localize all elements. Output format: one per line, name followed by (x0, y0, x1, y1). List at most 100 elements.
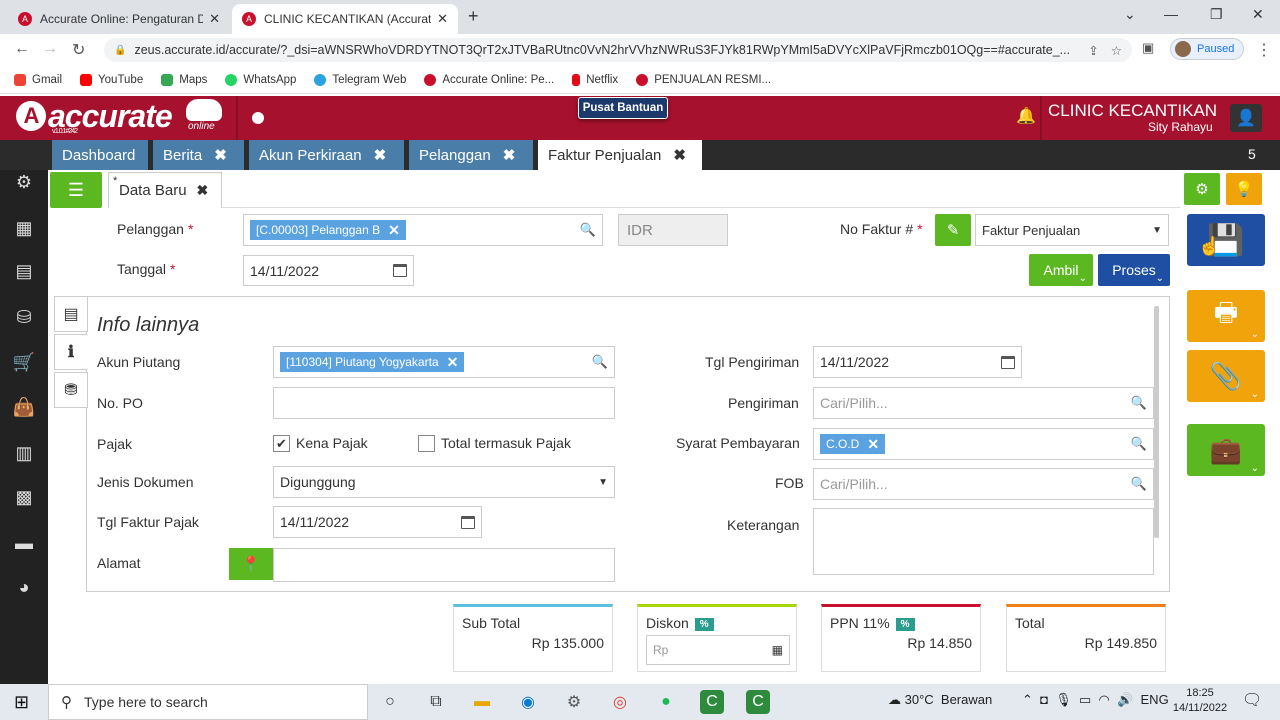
settings-gear-icon[interactable]: ⚙ (12, 170, 36, 194)
new-tab-icon[interactable]: + (468, 6, 479, 27)
settings-gear-icon[interactable]: ⚙ (562, 690, 586, 714)
bookmark-penjualan[interactable]: PENJUALAN RESMI... (636, 73, 771, 86)
list-view-button[interactable]: ☰ (50, 172, 102, 208)
calculator-icon[interactable]: ▤ (12, 259, 36, 283)
search-icon[interactable]: 🔍 (592, 354, 608, 370)
profile-paused-button[interactable]: Paused (1170, 38, 1244, 60)
tab-search-chevron-icon[interactable]: ⌄ (1124, 6, 1136, 23)
bookmark-youtube[interactable]: YouTube (80, 73, 143, 86)
form-settings-button[interactable]: ⚙ (1184, 173, 1220, 205)
bookmark-accurate[interactable]: Accurate Online: Pe... (424, 73, 554, 86)
close-icon[interactable]: ✖ (503, 146, 516, 164)
search-icon[interactable]: 🔍 (1131, 395, 1147, 411)
payroll-icon[interactable]: ▬ (12, 531, 36, 555)
pelanggan-field[interactable]: [C.00003] Pelanggan B ✕ 🔍 (243, 214, 603, 246)
report-pie-icon[interactable]: ◕ (12, 575, 36, 599)
modules-grid-icon[interactable]: ▦ (12, 216, 36, 240)
proses-button[interactable]: Proses ⌄ (1098, 254, 1170, 286)
task-view-icon[interactable]: ⧉ (424, 690, 448, 714)
language-indicator[interactable]: ENG (1141, 692, 1169, 707)
tab-count[interactable]: 5 (1248, 146, 1256, 162)
no-faktur-select[interactable]: Faktur Penjualan ▼ (975, 214, 1169, 246)
bookmark-netflix[interactable]: Netflix (572, 73, 618, 86)
panel-scrollbar[interactable] (1154, 306, 1159, 538)
search-icon[interactable]: 🔍 (1131, 436, 1147, 452)
wifi-icon[interactable]: ◠ (1099, 692, 1110, 707)
calculator-icon[interactable]: ▦ (772, 643, 783, 657)
chevron-up-icon[interactable]: ⌃ (1022, 692, 1033, 707)
tab-info-lainnya[interactable]: ℹ (54, 334, 88, 370)
chrome-icon[interactable]: ◎ (608, 690, 632, 714)
search-icon[interactable]: 🔍 (1131, 476, 1147, 492)
akun-piutang-field[interactable]: [110304] Piutang Yogyakarta ✕ 🔍 (273, 346, 615, 378)
microphone-icon[interactable]: 🎙 (1055, 692, 1072, 707)
calendar-icon[interactable] (393, 264, 407, 277)
keterangan-textarea[interactable] (813, 508, 1154, 575)
url-bar[interactable]: 🔒 zeus.accurate.id/accurate/?_dsi=aWNSRW… (104, 38, 1132, 62)
edit-number-button[interactable]: ✎ (935, 214, 971, 246)
tab-detail-items[interactable]: ▤ (54, 296, 88, 332)
close-icon[interactable]: ✖ (214, 146, 227, 164)
total-termasuk-pajak-checkbox[interactable] (418, 435, 435, 452)
map-pin-button[interactable]: 📍 (229, 548, 273, 580)
tools-briefcase-button[interactable]: 💼 ⌄ (1187, 424, 1265, 476)
cart-icon[interactable]: 🛒 (12, 350, 36, 374)
close-tab-icon[interactable]: ✕ (209, 11, 220, 27)
inventory-icon[interactable]: ▥ (12, 441, 36, 465)
bell-icon[interactable]: 🔔 (1016, 106, 1036, 126)
close-icon[interactable]: ✖ (197, 182, 209, 199)
search-icon[interactable]: 🔍 (580, 222, 596, 238)
no-po-input[interactable] (273, 387, 615, 419)
kena-pajak-checkbox[interactable]: ✔ (273, 435, 290, 452)
taskbar-clock[interactable]: 18:25 14/11/2022 (1170, 686, 1230, 716)
browser-tab-2[interactable]: A CLINIC KECANTIKAN (Accurate O ✕ (232, 4, 458, 34)
file-explorer-icon[interactable]: ▬ (470, 690, 494, 714)
system-tray[interactable]: ⌃ ◘ 🎙 ▭ ◠ 🔊 ENG (1022, 692, 1169, 708)
close-window-icon[interactable]: ✕ (1252, 6, 1264, 23)
remove-tag-icon[interactable]: ✕ (867, 436, 879, 453)
syarat-pembayaran-field[interactable]: C.O.D ✕ 🔍 (813, 428, 1154, 460)
remove-tag-icon[interactable]: ✕ (388, 222, 400, 239)
tgl-pengiriman-field[interactable]: 14/11/2022 (813, 346, 1022, 378)
chrome-menu-icon[interactable]: ⋮ (1256, 40, 1272, 60)
camtasia-icon[interactable]: C (700, 690, 724, 714)
forward-icon[interactable]: → (42, 40, 58, 58)
bookmark-star-icon[interactable]: ☆ (1111, 43, 1122, 58)
tips-bulb-button[interactable]: 💡 (1226, 173, 1262, 205)
pengiriman-field[interactable]: Cari/Pilih... 🔍 (813, 387, 1154, 419)
close-icon[interactable]: ✖ (374, 146, 387, 164)
spotify-icon[interactable]: ● (654, 690, 678, 714)
close-icon[interactable]: ✖ (673, 146, 686, 164)
tab-akun-perkiraan[interactable]: Akun Perkiraan ✖ (249, 140, 404, 170)
percent-toggle[interactable]: % (694, 618, 714, 631)
maximize-icon[interactable]: ❐ (1210, 6, 1223, 23)
fob-field[interactable]: Cari/Pilih... 🔍 (813, 468, 1154, 500)
edge-icon[interactable]: ◉ (516, 690, 540, 714)
jenis-dokumen-select[interactable]: Digunggung ▼ (273, 466, 615, 498)
tab-uang-muka[interactable]: ⛃ (54, 372, 88, 408)
windows-start-icon[interactable]: ⊞ (14, 692, 29, 713)
remove-tag-icon[interactable]: ✕ (447, 354, 459, 371)
bookmark-gmail[interactable]: Gmail (14, 73, 62, 86)
company-name[interactable]: CLINIC KECANTIKAN (1048, 101, 1217, 121)
bookmark-telegram[interactable]: Telegram Web (314, 73, 406, 86)
close-tab-icon[interactable]: ✕ (437, 11, 448, 27)
volume-icon[interactable]: 🔊 (1117, 692, 1133, 707)
tab-berita[interactable]: Berita ✖ (153, 140, 244, 170)
bookmark-maps[interactable]: Maps (161, 73, 207, 86)
battery-icon[interactable]: ▭ (1079, 692, 1091, 707)
ambil-button[interactable]: Ambil ⌄ (1029, 254, 1093, 286)
calendar-icon[interactable] (461, 515, 475, 529)
camera-icon[interactable]: ◘ (1040, 692, 1048, 707)
user-icon[interactable]: 👤 (1230, 104, 1262, 132)
subtab-data-baru[interactable]: * Data Baru ✖ (108, 172, 222, 208)
tab-pelanggan[interactable]: Pelanggan ✖ (409, 140, 533, 170)
camtasia-recorder-icon[interactable]: C (746, 690, 770, 714)
tanggal-field[interactable]: 14/11/2022 (243, 255, 414, 286)
side-panel-icon[interactable]: ▣ (1142, 40, 1154, 56)
taskbar-search[interactable]: ⚲ Type here to search (48, 684, 368, 720)
percent-toggle[interactable]: % (895, 618, 915, 631)
browser-tab-1[interactable]: A Accurate Online: Pengaturan Dat ✕ (8, 4, 230, 34)
tab-dashboard[interactable]: Dashboard (52, 140, 148, 170)
cortana-icon[interactable]: ○ (378, 690, 402, 714)
